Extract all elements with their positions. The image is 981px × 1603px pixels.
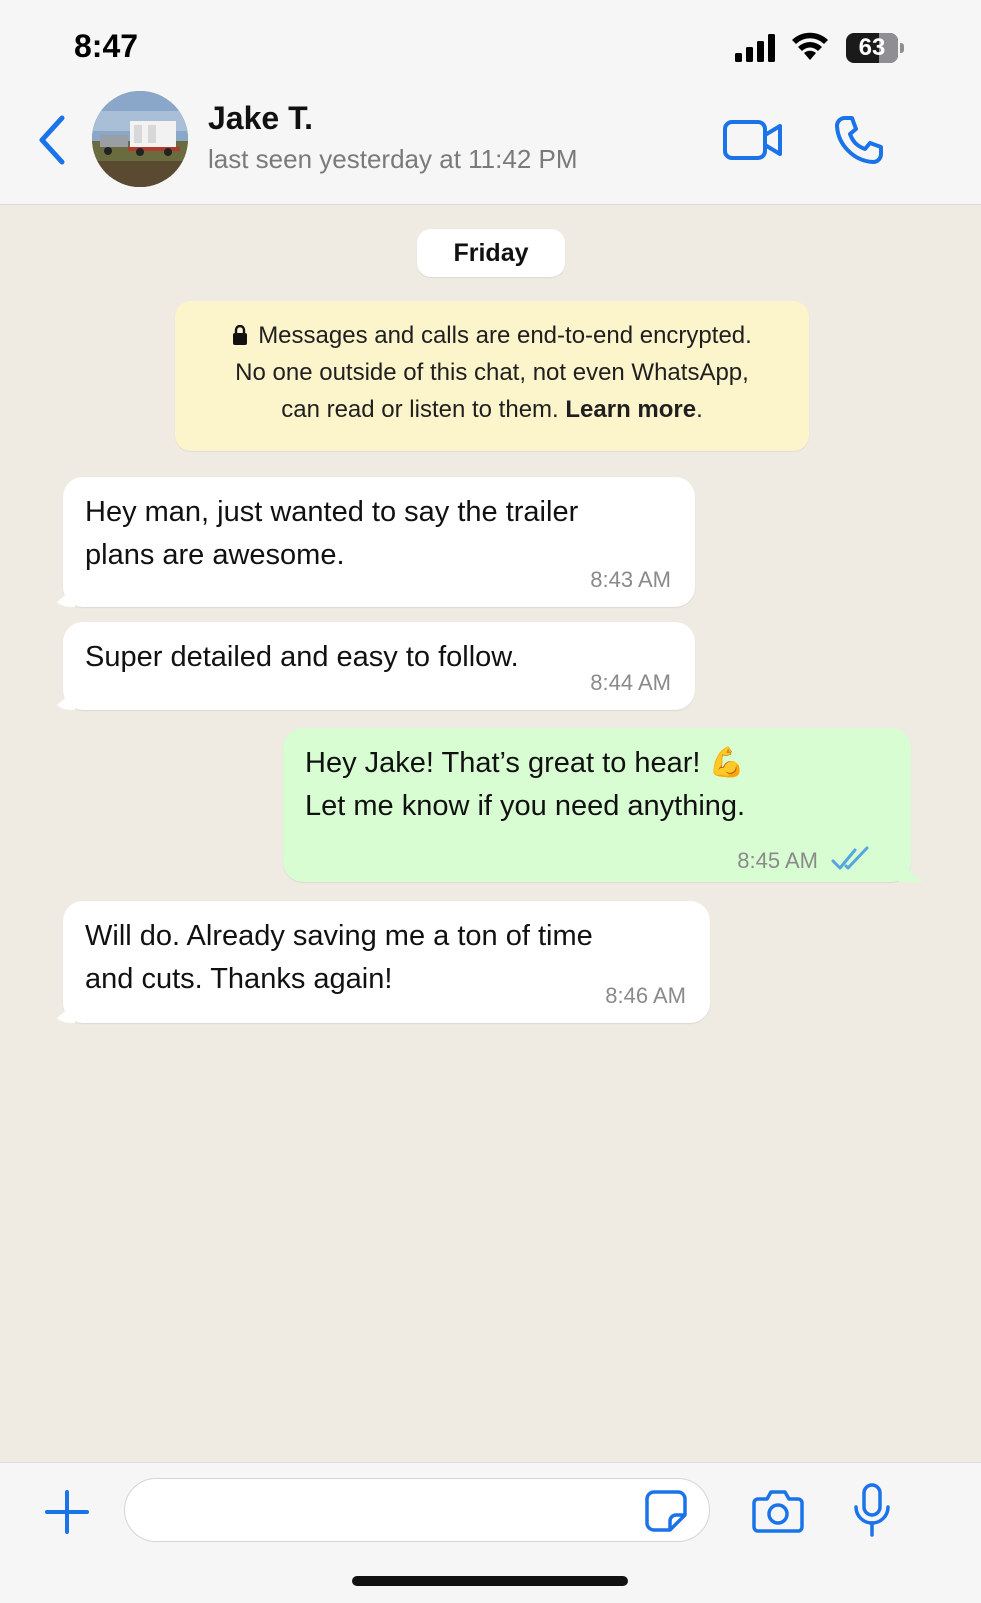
lock-icon	[233, 325, 248, 345]
chat-area[interactable]: Friday Messages and calls are end-to-end…	[0, 205, 981, 1461]
message-text: Will do. Already saving me a ton of time…	[85, 920, 593, 995]
plus-icon[interactable]	[44, 1489, 90, 1535]
contact-name[interactable]: Jake T.	[208, 100, 313, 137]
cellular-signal-icon	[735, 34, 775, 62]
message-bubble-incoming[interactable]: Hey man, just wanted to say the trailer …	[63, 477, 695, 607]
contact-avatar[interactable]	[92, 91, 188, 187]
video-camera-icon[interactable]	[722, 118, 784, 162]
message-timestamp: 8:46 AM	[605, 983, 686, 1008]
message-text: Super detailed and easy to follow.	[85, 641, 519, 673]
message-timestamp: 8:43 AM	[590, 567, 671, 592]
last-seen-status: last seen yesterday at 11:42 PM	[208, 144, 578, 174]
message-text: Hey man, just wanted to say the trailer …	[85, 496, 579, 571]
message-bubble-incoming[interactable]: Super detailed and easy to follow. 8:44 …	[63, 622, 695, 710]
message-input[interactable]	[124, 1478, 710, 1542]
status-time: 8:47	[74, 28, 139, 64]
message-bubble-incoming[interactable]: Will do. Already saving me a ton of time…	[63, 901, 710, 1023]
camera-icon[interactable]	[752, 1487, 804, 1533]
notice-line-1: Messages and calls are end-to-end encryp…	[175, 317, 809, 354]
notice-line-3: can read or listen to them. Learn more.	[281, 396, 703, 423]
battery-indicator: 63	[846, 33, 904, 63]
battery-level: 63	[858, 34, 886, 61]
home-indicator	[352, 1576, 628, 1586]
phone-icon[interactable]	[833, 114, 885, 166]
status-bar: 8:47 63	[0, 0, 981, 88]
microphone-icon[interactable]	[852, 1483, 892, 1537]
back-chevron-icon[interactable]	[34, 114, 70, 166]
message-timestamp: 8:45 AM	[737, 848, 818, 873]
chat-header: Jake T. last seen yesterday at 11:42 PM	[0, 88, 981, 205]
message-timestamp: 8:44 AM	[590, 670, 671, 695]
date-separator: Friday	[417, 229, 565, 277]
message-text: Hey Jake! That’s great to hear! 💪 Let me…	[305, 747, 746, 822]
double-check-icon	[831, 846, 869, 870]
message-composer	[0, 1462, 981, 1603]
sticker-icon[interactable]	[644, 1489, 688, 1533]
encryption-notice[interactable]: Messages and calls are end-to-end encryp…	[175, 301, 809, 451]
learn-more-link[interactable]: Learn more	[565, 396, 696, 423]
notice-line-2: No one outside of this chat, not even Wh…	[235, 359, 749, 386]
avatar-photo	[92, 91, 188, 187]
wifi-icon	[792, 32, 828, 60]
message-bubble-outgoing[interactable]: Hey Jake! That’s great to hear! 💪 Let me…	[283, 728, 911, 882]
